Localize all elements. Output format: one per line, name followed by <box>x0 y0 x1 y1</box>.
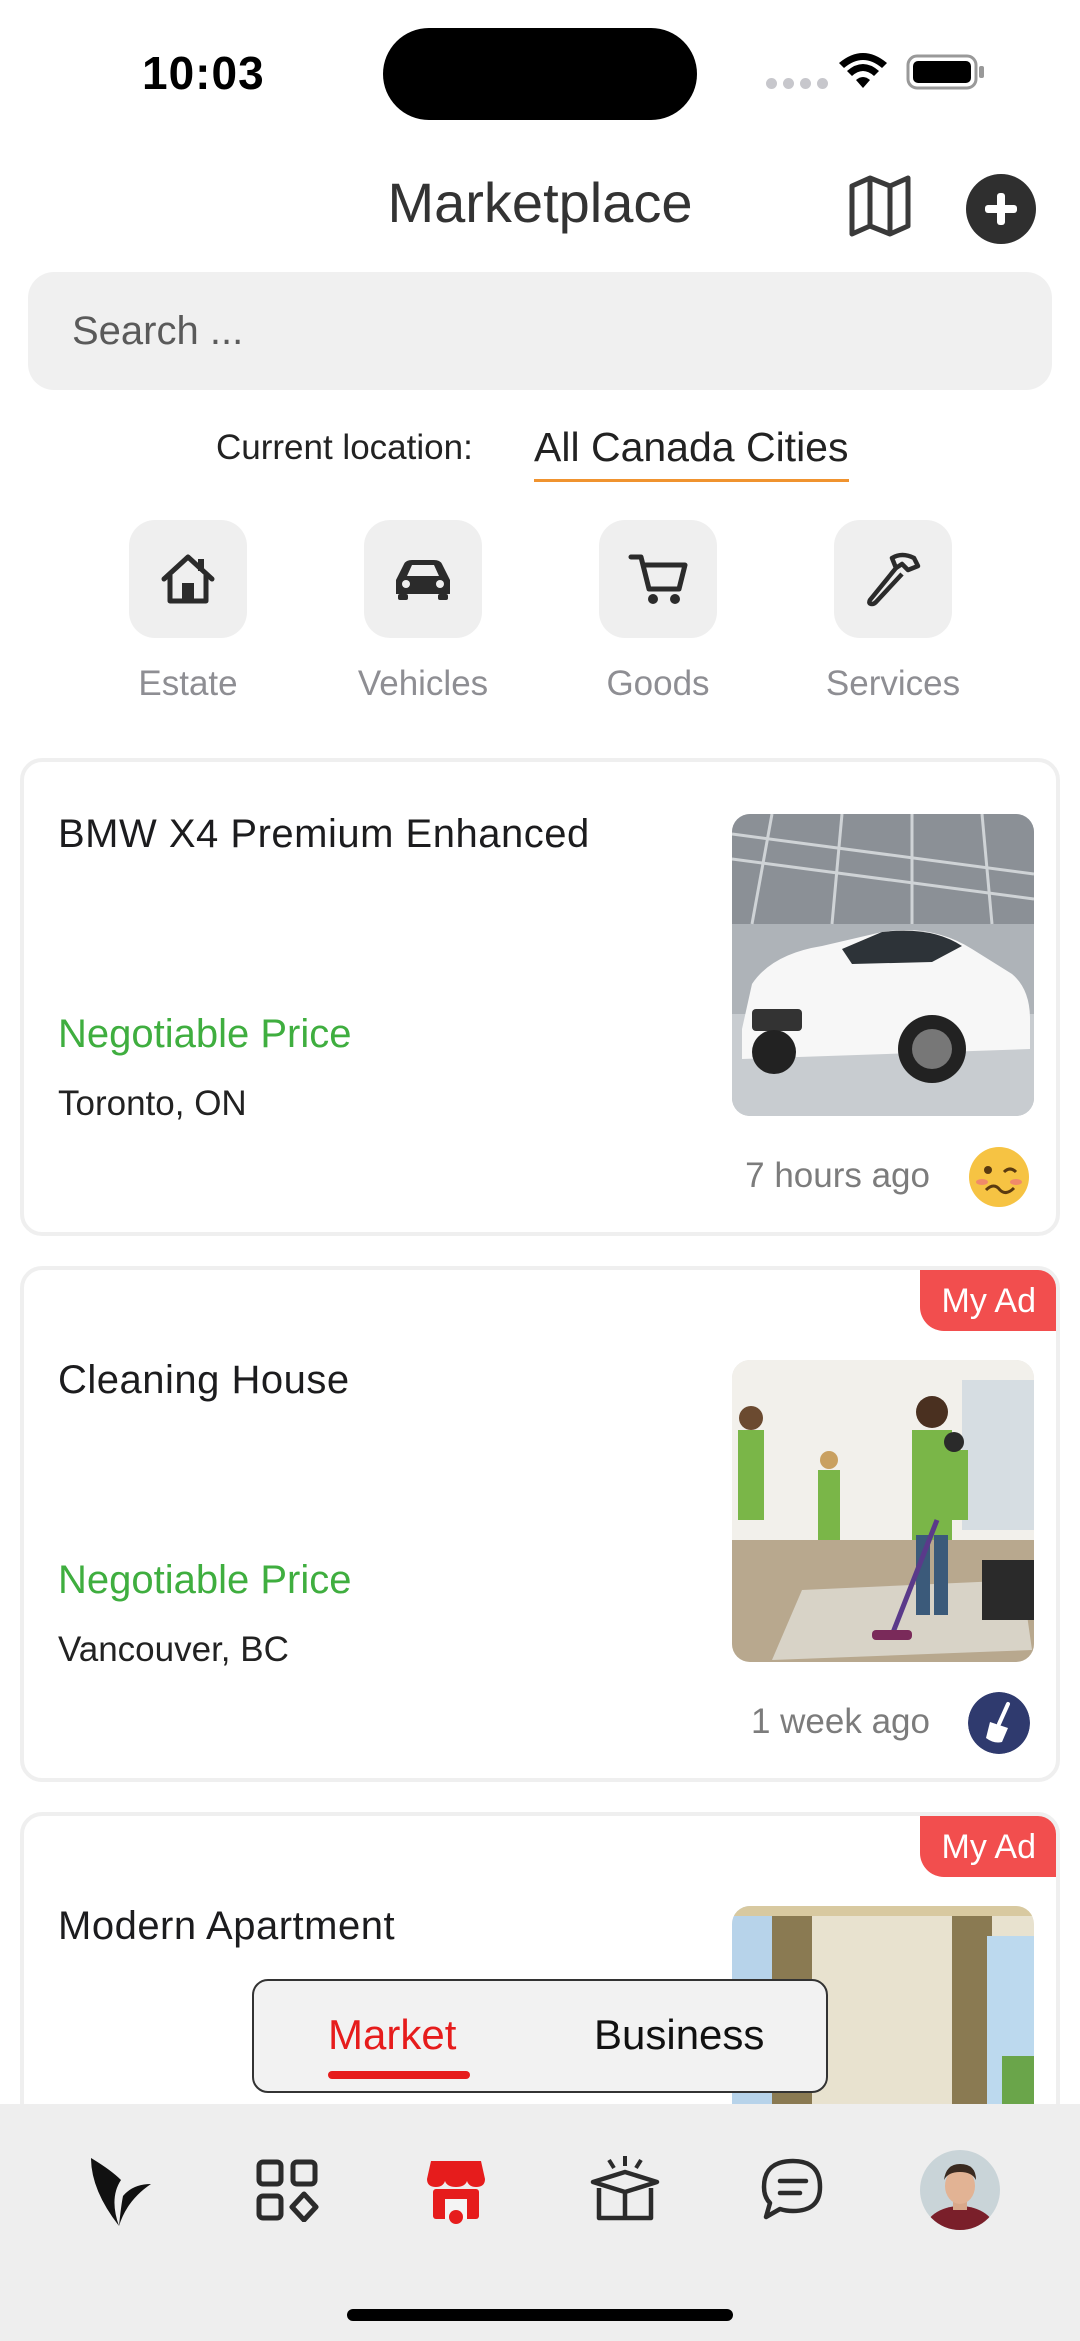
seller-avatar[interactable] <box>968 1146 1030 1208</box>
listing-price: Negotiable Price <box>58 1558 352 1602</box>
logo-icon <box>91 2158 151 2226</box>
status-time: 10:03 <box>142 47 265 99</box>
dynamic-island <box>383 28 697 120</box>
battery-icon <box>906 54 984 90</box>
listing-title: BMW X4 Premium Enhanced <box>58 812 590 856</box>
category-estate[interactable]: Estate <box>88 520 288 704</box>
cleaning-team-photo <box>732 1360 1034 1662</box>
gift-box-icon <box>590 2156 660 2221</box>
my-ad-badge: My Ad <box>919 1816 1056 1877</box>
search-input[interactable] <box>28 272 1052 390</box>
listing-location: Vancouver, BC <box>58 1630 289 1669</box>
cart-icon <box>628 554 688 604</box>
location-label: Current location: <box>216 428 473 467</box>
car-icon <box>396 560 450 600</box>
bottom-tab-bar <box>0 2104 1080 2341</box>
category-services[interactable]: Services <box>793 520 993 704</box>
cellular-signal-icon <box>766 78 828 89</box>
chat-icon <box>761 2158 823 2220</box>
category-label: Goods <box>606 664 710 703</box>
broom-icon <box>968 1692 1030 1754</box>
listing-price: Negotiable Price <box>58 1012 352 1056</box>
plus-icon <box>985 193 1017 225</box>
listing-card[interactable]: My Ad Cleaning House Negotiable Price Va… <box>20 1266 1060 1782</box>
location-selector[interactable]: All Canada Cities <box>534 424 849 482</box>
seller-avatar[interactable] <box>968 1692 1030 1754</box>
add-listing-button[interactable] <box>966 174 1036 244</box>
listing-time: 7 hours ago <box>745 1156 930 1195</box>
active-tab-underline <box>328 2071 470 2079</box>
map-icon <box>849 175 911 237</box>
status-bar: 10:03 <box>0 0 1080 150</box>
category-label: Estate <box>138 664 238 703</box>
woozy-face-emoji <box>969 1147 1029 1207</box>
tab-messages[interactable] <box>748 2140 838 2240</box>
listing-title: Cleaning House <box>58 1358 350 1402</box>
tab-market-store[interactable] <box>411 2140 501 2240</box>
house-icon <box>161 554 215 604</box>
tab-apps[interactable] <box>242 2140 332 2240</box>
listing-thumbnail <box>732 1360 1034 1662</box>
apps-icon <box>256 2159 319 2222</box>
category-label: Vehicles <box>357 664 489 703</box>
map-button[interactable] <box>846 174 914 238</box>
wifi-icon <box>839 53 887 88</box>
hammer-icon <box>867 552 921 607</box>
listing-location: Toronto, ON <box>58 1084 247 1123</box>
tab-business[interactable]: Business <box>594 2011 764 2059</box>
home-indicator <box>347 2309 733 2321</box>
white-suv-photo <box>732 814 1034 1116</box>
profile-avatar <box>920 2150 1000 2230</box>
listing-title: Modern Apartment <box>58 1904 396 1948</box>
listing-time: 1 week ago <box>750 1702 930 1741</box>
listing-card[interactable]: BMW X4 Premium Enhanced Negotiable Price… <box>20 758 1060 1236</box>
category-label: Services <box>825 664 961 703</box>
tab-profile[interactable] <box>915 2140 1005 2240</box>
tab-market[interactable]: Market <box>328 2011 456 2059</box>
active-tab-dot <box>449 2210 463 2224</box>
my-ad-badge: My Ad <box>919 1270 1056 1331</box>
tab-deals[interactable] <box>580 2140 670 2240</box>
tab-home[interactable] <box>74 2140 164 2240</box>
market-business-toggle: Market Business <box>252 1979 828 2093</box>
page-title: Marketplace <box>387 171 693 234</box>
category-vehicles[interactable]: Vehicles <box>323 520 523 704</box>
category-goods[interactable]: Goods <box>558 520 758 704</box>
listing-thumbnail <box>732 814 1034 1116</box>
